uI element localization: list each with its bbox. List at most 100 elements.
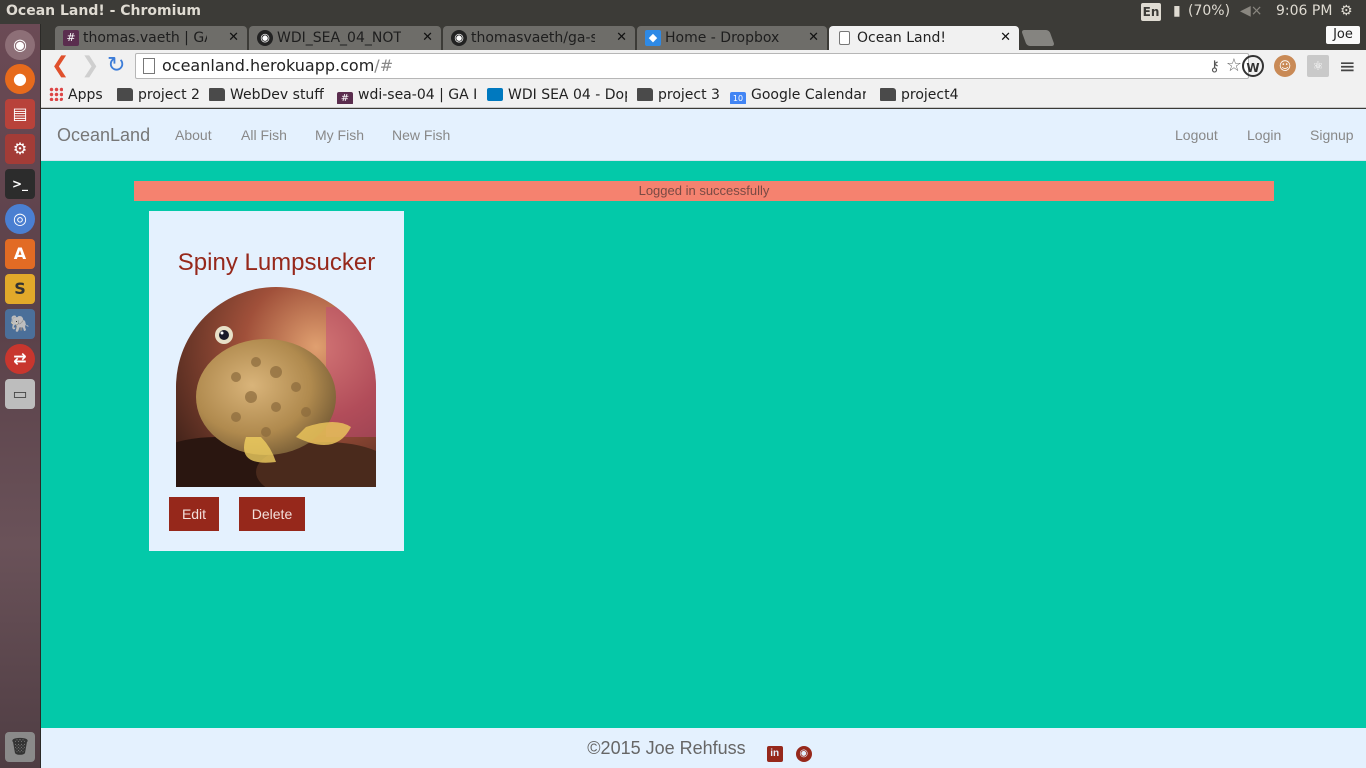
battery-percentage[interactable]: (70%) [1188,3,1230,19]
bookmark-project4[interactable]: project4 [880,86,959,104]
bookmark-label: project 2 [138,87,200,103]
browser-toolbar: ❮ ❯ ↻ oceanland.herokuapp.com/# ⚷ ☆ W ☺ … [41,50,1366,82]
bookmark-webdev-stuff[interactable]: WebDev stuff [209,86,324,104]
tab-title: Home - Dropbox [665,30,780,46]
bookmark-label: Google Calendar [751,87,866,103]
nav-signup[interactable]: Signup [1310,127,1354,143]
flash-message: Logged in successfully [134,181,1274,201]
nav-my-fish[interactable]: My Fish [315,127,364,143]
github-icon: ◉ [451,30,467,46]
fish-card: Spiny Lumpsucker Edit Delete [149,211,404,551]
tab-ocean-land[interactable]: Ocean Land! ✕ [829,26,1019,50]
edit-button[interactable]: Edit [169,497,219,531]
site-navbar: OceanLand About All Fish My Fish New Fis… [41,109,1366,161]
firefox-icon[interactable]: ● [5,64,35,94]
trash-icon[interactable]: 🗑 [5,732,35,762]
nav-logout[interactable]: Logout [1175,127,1218,143]
reload-button[interactable]: ↻ [107,54,125,78]
battery-icon[interactable]: ▮ [1173,3,1181,19]
bookmark-google-calendar[interactable]: 10 Google Calendar [730,86,866,104]
close-icon[interactable]: ✕ [808,26,819,50]
gear-icon[interactable]: ⚙ [1340,3,1353,19]
fish-name: Spiny Lumpsucker [177,249,376,276]
bookmark-label: WDI SEA 04 - Dop [508,87,627,103]
unity-launcher: ◉ ● ▤ ⚙ >_ ◎ A S 🐘 ⇄ ▭ 🗑 [0,24,41,768]
tab-wdi-notes[interactable]: ◉ WDI_SEA_04_NOTES ✕ [249,26,441,50]
page-icon [839,31,850,45]
bookmark-project-2[interactable]: project 2 [117,86,200,104]
tab-title: WDI_SEA_04_NOTES [277,30,401,46]
folder-icon [209,88,225,101]
bookmark-trello[interactable]: WDI SEA 04 - Dop [487,86,627,104]
bookmark-label: WebDev stuff [230,87,324,103]
forward-button[interactable]: ❯ [81,54,99,78]
avatar-extension-icon[interactable]: ☺ [1274,55,1296,77]
bookmark-project-3[interactable]: project 3 [637,86,720,104]
folder-icon [880,88,896,101]
key-icon[interactable]: ⚷ [1209,54,1220,78]
bookmark-label: wdi-sea-04 | GA In [358,87,477,103]
close-icon[interactable]: ✕ [422,26,433,50]
copyright-text: ©2015 Joe Rehfuss [587,738,746,758]
lumpsucker-fish-image [176,287,376,487]
bookmark-label: project4 [901,87,959,103]
page-icon [143,58,155,74]
terminal-icon[interactable]: >_ [5,169,35,199]
bookmark-label: project 3 [658,87,720,103]
react-extension-icon[interactable]: ⚛ [1307,55,1329,77]
hashtag-favicon-icon: # [63,30,79,46]
profile-button[interactable]: Joe [1326,26,1360,44]
back-button[interactable]: ❮ [51,54,69,78]
close-icon[interactable]: ✕ [228,26,239,50]
hashtag-favicon-icon: # [337,92,353,104]
bookmark-label: Apps [68,87,103,103]
trello-icon [487,88,503,101]
os-top-panel: Ocean Land! - Chromium En ▮ (70%) ◀× 9:0… [0,0,1366,24]
clock[interactable]: 9:06 PM [1276,3,1332,19]
sublime-text-icon[interactable]: S [5,274,35,304]
chromium-icon[interactable]: ◎ [5,204,35,234]
tab-ga-sam[interactable]: ◉ thomasvaeth/ga-sam ✕ [443,26,635,50]
github-icon[interactable]: ◉ [795,746,812,762]
site-footer: ©2015 Joe Rehfuss in ◉ [41,728,1366,768]
tab-title: Ocean Land! [857,30,946,46]
close-icon[interactable]: ✕ [616,26,627,50]
nav-all-fish[interactable]: All Fish [241,127,287,143]
volume-muted-icon[interactable]: ◀× [1240,3,1263,19]
tab-thomas-vaeth[interactable]: # thomas.vaeth | GA In ✕ [55,26,247,50]
tab-dropbox[interactable]: ◆ Home - Dropbox ✕ [637,26,827,50]
url-path: /# [374,56,394,75]
address-bar[interactable]: oceanland.herokuapp.com/# ⚷ ☆ [135,53,1249,79]
apps-grid-icon [49,87,63,101]
url-host: oceanland.herokuapp.com [162,56,375,75]
folder-icon [117,88,133,101]
software-center-icon[interactable]: A [5,239,35,269]
nav-new-fish[interactable]: New Fish [392,127,450,143]
drive-icon[interactable]: ▭ [5,379,35,409]
tab-strip: # thomas.vaeth | GA In ✕ ◉ WDI_SEA_04_NO… [41,24,1366,50]
brand-link[interactable]: OceanLand [57,125,150,146]
new-tab-button[interactable] [1021,30,1055,46]
filezilla-icon[interactable]: ⇄ [5,344,35,374]
linkedin-icon[interactable]: in [766,746,783,762]
nav-login[interactable]: Login [1247,127,1281,143]
tab-title: thomasvaeth/ga-sam [471,30,595,46]
files-icon[interactable]: ▤ [5,99,35,129]
folder-icon [637,88,653,101]
nav-about[interactable]: About [175,127,212,143]
bookmark-wdi-sea-04[interactable]: # wdi-sea-04 | GA In [337,86,477,104]
bookmarks-bar: Apps project 2 WebDev stuff # wdi-sea-04 … [41,82,1366,108]
github-icon: ◉ [257,30,273,46]
bookmark-star-icon[interactable]: ☆ [1226,54,1242,78]
ubuntu-dash-icon[interactable]: ◉ [5,30,35,60]
delete-button[interactable]: Delete [239,497,305,531]
wordpress-extension-icon[interactable]: W [1242,55,1264,77]
fish-photo [176,287,376,487]
dropbox-icon: ◆ [645,30,661,46]
hamburger-menu-icon[interactable]: ≡ [1339,54,1356,78]
postgres-icon[interactable]: 🐘 [5,309,35,339]
bookmark-apps[interactable]: Apps [49,86,103,104]
system-settings-icon[interactable]: ⚙ [5,134,35,164]
keyboard-layout-indicator[interactable]: En [1141,3,1161,21]
close-icon[interactable]: ✕ [1000,26,1011,50]
